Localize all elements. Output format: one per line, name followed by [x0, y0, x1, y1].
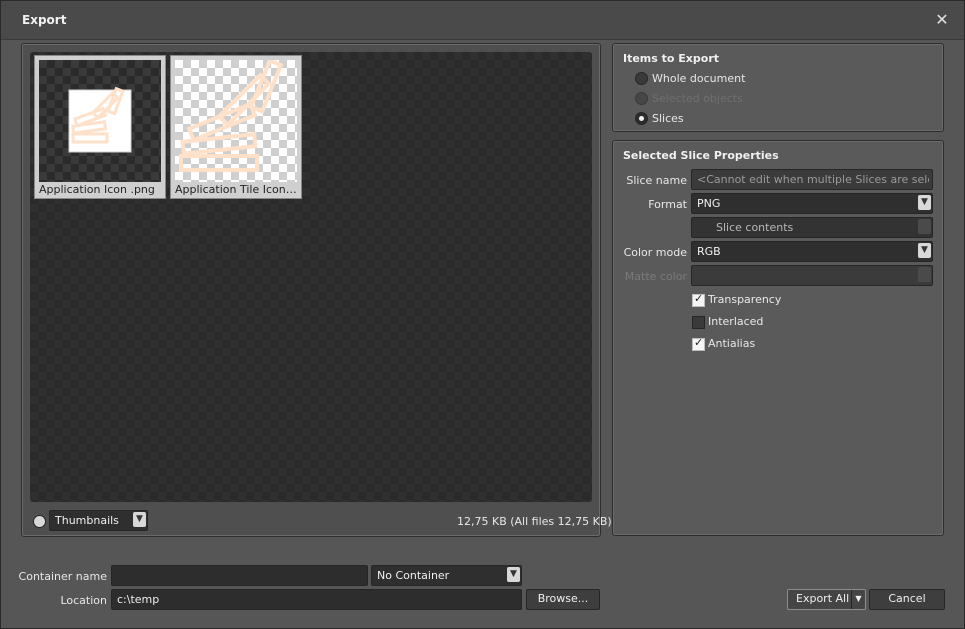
chevron-down-icon: ▼ [133, 512, 146, 527]
tile-icon-image [179, 60, 284, 172]
title-bar[interactable]: Export ✕ [1, 1, 964, 40]
app-icon-image [68, 86, 132, 153]
matte-color-label: Matte color [624, 270, 687, 283]
slice-name-label: Slice name [626, 174, 687, 187]
color-mode-value: RGB [697, 245, 721, 258]
selected-objects-label: Selected objects [652, 92, 743, 105]
thumbnail-application-icon[interactable]: Application Icon .png [34, 55, 166, 199]
view-mode-dropdown[interactable]: Thumbnails ▼ [49, 510, 148, 531]
thumbnail-image [39, 60, 161, 182]
thumbnail-label: Application Tile Icon.... [175, 183, 297, 196]
antialias-label: Antialias [708, 337, 756, 350]
chevron-down-icon: ▼ [507, 567, 520, 582]
cancel-label: Cancel [888, 592, 926, 605]
slice-properties-panel: Selected Slice Properties Slice name <Ca… [612, 140, 944, 536]
slices-label: Slices [652, 112, 684, 125]
close-icon[interactable]: ✕ [933, 11, 951, 29]
thumbnail-image [175, 60, 297, 182]
container-name-label: Container name [18, 570, 107, 583]
color-mode-label: Color mode [623, 246, 687, 259]
radio-whole-document[interactable] [635, 72, 648, 85]
format-label: Format [648, 198, 687, 211]
slice-contents-label: Slice contents [716, 221, 794, 234]
location-input[interactable]: c:\temp [111, 589, 522, 610]
chevron-down-icon: ▼ [918, 195, 931, 210]
transparency-label: Transparency [708, 293, 782, 306]
browse-label: Browse... [537, 592, 589, 605]
export-all-button[interactable]: Export All ▼ [787, 589, 866, 610]
format-dropdown[interactable]: PNG ▼ [691, 193, 933, 214]
thumbnail-label: Application Icon .png [39, 183, 155, 196]
items-to-export-panel: Items to Export Whole document Selected … [612, 43, 944, 132]
file-size-info: 12,75 KB (All files 12,75 KB) [457, 515, 612, 528]
slice-properties-heading: Selected Slice Properties [623, 149, 779, 162]
dialog-title: Export [22, 13, 67, 27]
matte-color-swatch [918, 267, 931, 282]
interlaced-checkbox[interactable] [692, 316, 705, 329]
preview-panel: Application Icon .png Application Tile I… [21, 43, 612, 537]
container-name-input[interactable] [111, 565, 368, 586]
cancel-button[interactable]: Cancel [869, 589, 945, 610]
slice-contents-button[interactable]: Slice contents [691, 217, 933, 238]
preview-area[interactable]: Application Icon .png Application Tile I… [30, 52, 592, 502]
color-mode-dropdown[interactable]: RGB ▼ [691, 241, 933, 262]
radio-slices[interactable] [635, 112, 648, 125]
slice-name-field: <Cannot edit when multiple Slices are se… [691, 169, 933, 190]
slice-contents-handle [918, 219, 931, 234]
items-to-export-heading: Items to Export [623, 52, 720, 65]
antialias-checkbox[interactable] [692, 336, 705, 351]
browse-button[interactable]: Browse... [526, 589, 600, 610]
view-mode-indicator [33, 515, 46, 528]
location-label: Location [60, 594, 107, 607]
transparency-checkbox[interactable] [692, 292, 705, 307]
slice-name-value: <Cannot edit when multiple Slices are se… [697, 173, 929, 186]
export-all-label: Export All [796, 592, 850, 605]
container-dropdown-value: No Container [377, 569, 450, 582]
radio-selected-objects [635, 92, 648, 105]
thumbnail-application-tile-icon[interactable]: Application Tile Icon.... [170, 55, 302, 199]
format-value: PNG [697, 197, 721, 210]
whole-document-label: Whole document [652, 72, 746, 85]
chevron-down-icon: ▼ [918, 243, 931, 258]
matte-color-field [691, 265, 933, 286]
interlaced-label: Interlaced [708, 315, 764, 328]
container-dropdown[interactable]: No Container ▼ [371, 565, 522, 586]
view-mode-value: Thumbnails [55, 514, 119, 527]
location-value: c:\temp [117, 593, 160, 606]
chevron-down-icon[interactable]: ▼ [851, 590, 865, 609]
export-dialog: Export ✕ Application Icon .png Applicati… [0, 0, 965, 629]
